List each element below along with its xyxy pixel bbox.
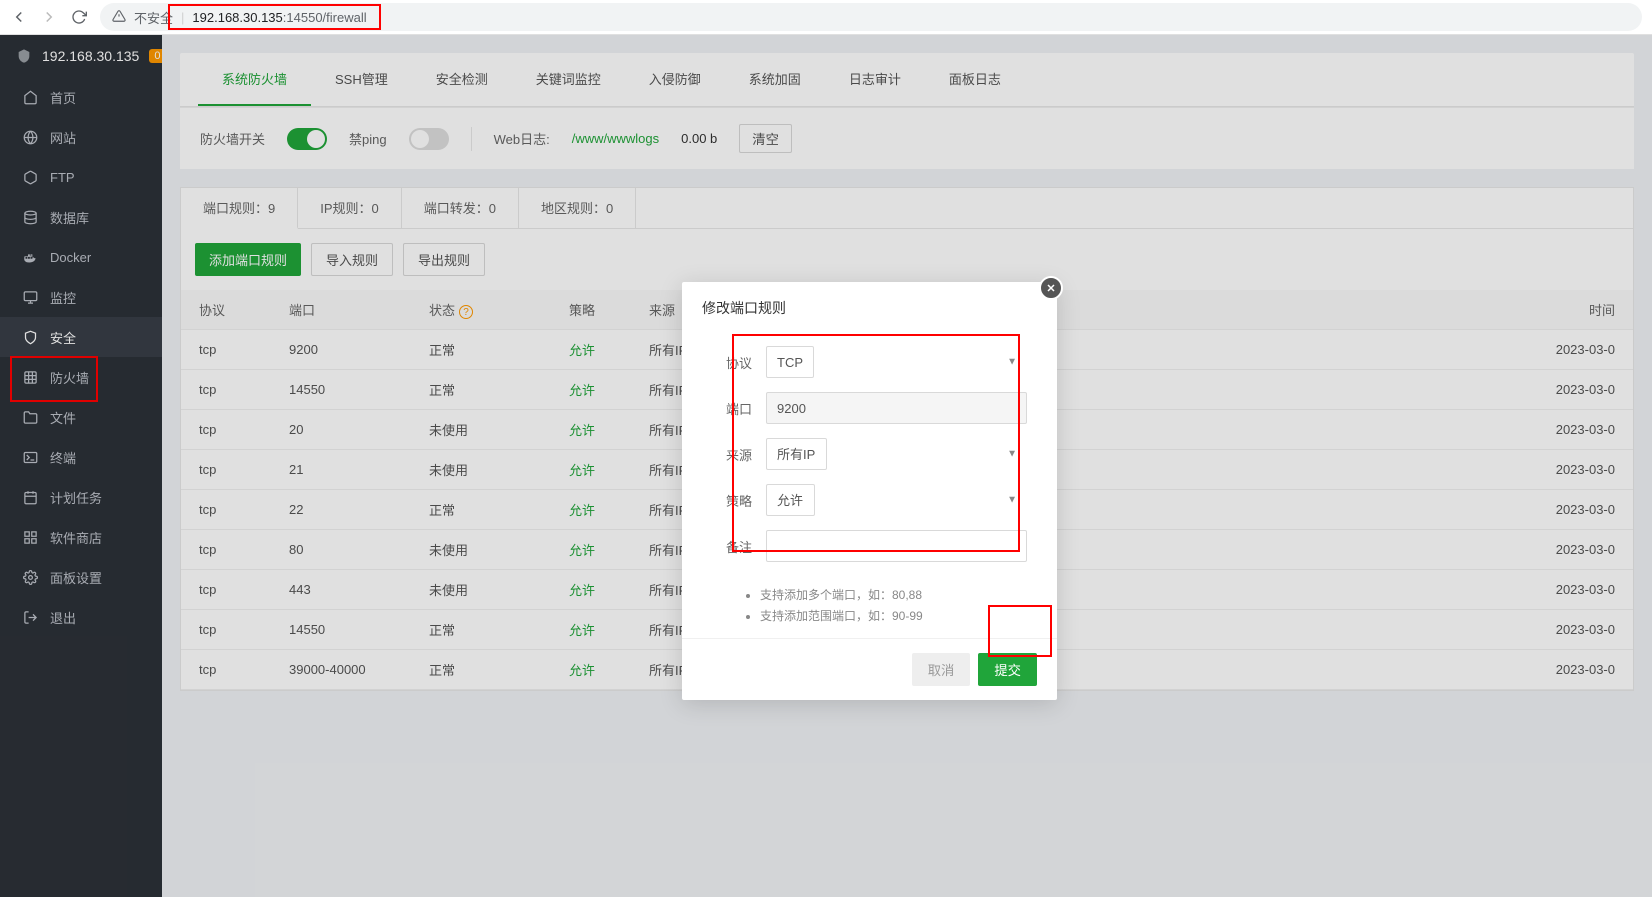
protocol-select[interactable]: TCP <box>766 346 814 378</box>
back-button[interactable] <box>10 8 28 26</box>
chevron-down-icon: ▼ <box>1007 449 1017 460</box>
insecure-label: 不安全 <box>134 8 173 27</box>
submit-button[interactable]: 提交 <box>978 653 1037 686</box>
cancel-button[interactable]: 取消 <box>912 653 971 686</box>
modal-title: 修改端口规则 <box>682 282 1057 326</box>
remark-input[interactable] <box>766 530 1027 562</box>
chevron-down-icon: ▼ <box>1007 495 1017 506</box>
edit-port-rule-modal: 修改端口规则 协议 TCP ▼ 端口 来源 所有IP ▼ 策略 <box>682 282 1057 700</box>
label-protocol: 协议 <box>712 353 752 372</box>
policy-select[interactable]: 允许 <box>766 484 815 516</box>
browser-toolbar: 不安全 | 192.168.30.135:14550/firewall <box>0 0 1652 35</box>
forward-button[interactable] <box>40 8 58 26</box>
label-policy: 策略 <box>712 491 752 510</box>
hint-item: 支持添加范围端口，如：90-99 <box>760 607 1027 624</box>
label-remark: 备注 <box>712 537 752 556</box>
url-bar[interactable]: 不安全 | 192.168.30.135:14550/firewall <box>100 3 1642 31</box>
url-text: 192.168.30.135:14550/firewall <box>192 10 366 25</box>
insecure-icon <box>112 9 126 26</box>
hint-item: 支持添加多个端口，如：80,88 <box>760 586 1027 603</box>
source-select[interactable]: 所有IP <box>766 438 827 470</box>
modal-hints: 支持添加多个端口，如：80,88 支持添加范围端口，如：90-99 <box>682 586 1057 638</box>
label-port: 端口 <box>712 399 752 418</box>
label-source: 来源 <box>712 445 752 464</box>
reload-button[interactable] <box>70 8 88 26</box>
chevron-down-icon: ▼ <box>1007 357 1017 368</box>
close-icon[interactable] <box>1039 276 1063 300</box>
port-input[interactable] <box>766 392 1027 424</box>
